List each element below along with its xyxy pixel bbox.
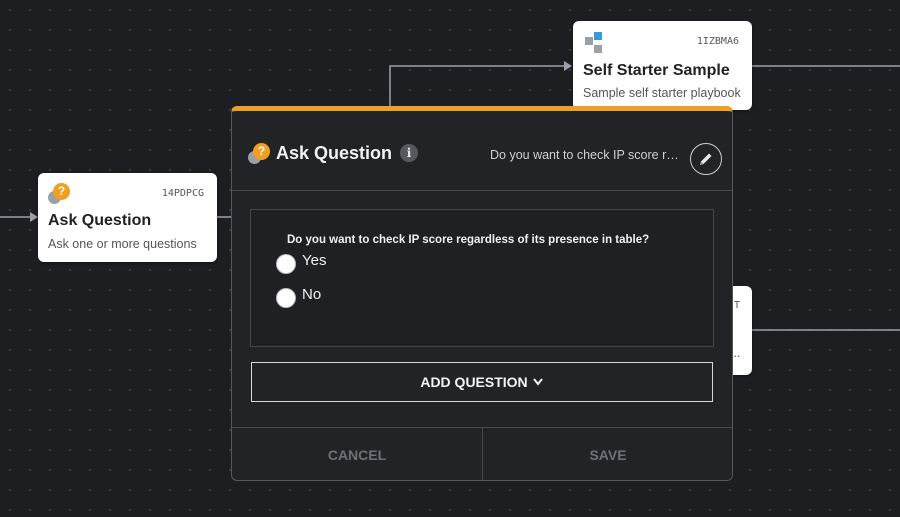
arrowhead-left — [30, 212, 38, 222]
ask-question-node[interactable]: ? 14PDPCG Ask Question Ask one or more q… — [38, 173, 217, 262]
question-icon: ? — [248, 143, 270, 165]
add-question-label: ADD QUESTION — [420, 374, 528, 390]
node-title: Self Starter Sample — [583, 62, 730, 79]
node-id: 1IZBMA6 — [696, 36, 739, 47]
radio-button[interactable] — [276, 288, 296, 308]
arrowhead-self-starter — [564, 61, 572, 71]
option-label: No — [302, 285, 322, 303]
self-starter-node[interactable]: 1IZBMA6 Self Starter Sample Sample self … — [573, 21, 752, 110]
add-question-button[interactable]: ADD QUESTION — [251, 362, 713, 402]
cancel-button[interactable]: CANCEL — [232, 428, 482, 480]
modal-footer: CANCEL SAVE — [232, 427, 732, 480]
modal-title: Ask Question — [276, 143, 393, 163]
edit-button[interactable] — [690, 143, 722, 175]
pencil-icon — [700, 153, 712, 165]
option-no[interactable]: No — [276, 285, 322, 308]
save-button[interactable]: SAVE — [483, 428, 732, 480]
workflow-icon — [585, 32, 602, 53]
node-description: Ask one or more questions — [48, 237, 197, 251]
header-question-preview: Do you want to check IP score regardless… — [490, 148, 680, 162]
ask-question-modal: ? Ask Question i Do you want to check IP… — [231, 106, 733, 481]
node-id: 14PDPCG — [161, 188, 204, 199]
option-label: Yes — [302, 251, 327, 269]
question-text: Do you want to check IP score regardless… — [287, 234, 650, 246]
modal-header: ? Ask Question i Do you want to check IP… — [232, 111, 732, 191]
node-title: Ask Question — [48, 212, 152, 229]
chevron-down-icon — [532, 378, 543, 386]
node-description: Sample self starter playbook — [583, 86, 741, 100]
node-id: T — [733, 300, 740, 311]
question-icon: ? — [48, 183, 70, 205]
question-box: Do you want to check IP score regardless… — [250, 209, 714, 347]
connector-to-self-starter — [389, 65, 566, 106]
option-yes[interactable]: Yes — [276, 251, 327, 274]
radio-button[interactable] — [276, 254, 296, 274]
info-icon[interactable]: i — [400, 144, 418, 162]
